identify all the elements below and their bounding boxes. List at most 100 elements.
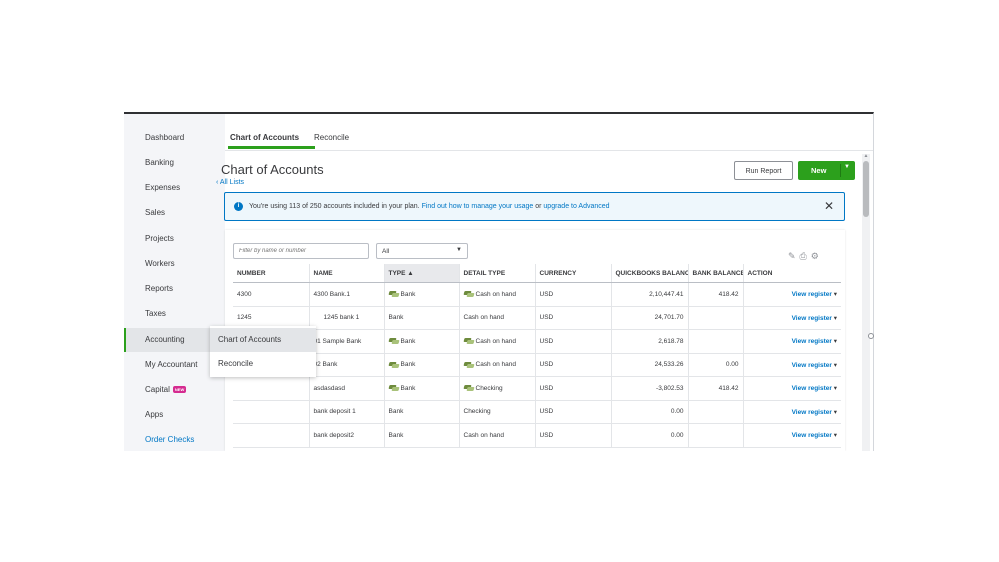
table-row[interactable]: 1245 1245 bank 1 Bank Cash on hand USD 2… <box>233 306 841 330</box>
column-header-name[interactable]: Name <box>308 264 384 283</box>
cell-name: bank deposit 1 <box>308 400 384 424</box>
sidebar-item-dashboard[interactable]: Dashboard <box>145 133 184 142</box>
cell-currency: USD <box>534 376 611 401</box>
cell-name: bank deposit2 <box>308 423 384 448</box>
sidebar-item-order-checks[interactable]: Order Checks <box>145 435 194 444</box>
scrollbar-thumb[interactable] <box>863 161 869 217</box>
table-row[interactable]: asdasdasd Bank Checking USD -3,802.53 41… <box>233 376 841 401</box>
gear-icon[interactable]: ⚙ <box>811 251 819 261</box>
cell-action: View register ▾ <box>742 400 841 424</box>
cell-detail-type: Cash on hand <box>458 353 535 377</box>
caret-down-icon[interactable]: ▼ <box>844 164 850 170</box>
close-icon[interactable]: ✕ <box>824 199 834 213</box>
cell-detail-type: Checking <box>458 400 535 424</box>
cell-currency: USD <box>534 423 611 448</box>
page-scrollbar[interactable]: ▲ <box>862 153 870 451</box>
type-filter-select[interactable]: All ▼ <box>376 243 468 259</box>
caret-down-icon[interactable]: ▾ <box>834 362 837 369</box>
sort-ascending-icon: ▲ <box>407 269 414 277</box>
active-tab-indicator <box>228 146 315 149</box>
sidebar-item-expenses[interactable]: Expenses <box>145 183 180 192</box>
cell-qb-balance: 24,533.26 <box>610 353 688 377</box>
column-header-quickbooks-balance[interactable]: QuickBooks Balance <box>610 264 688 283</box>
run-report-button[interactable]: Run Report <box>734 161 793 180</box>
sidebar-item-reports[interactable]: Reports <box>145 284 173 293</box>
view-register-link[interactable]: View register <box>792 362 832 369</box>
cell-type: Bank <box>383 353 459 377</box>
view-register-link[interactable]: View register <box>792 338 832 345</box>
caret-down-icon[interactable]: ▾ <box>834 315 837 322</box>
cell-type: Bank <box>383 423 459 448</box>
filter-input[interactable] <box>233 243 369 259</box>
caret-down-icon: ▼ <box>456 247 462 253</box>
caret-down-icon[interactable]: ▾ <box>834 385 837 392</box>
cell-action: View register ▾ <box>742 306 841 330</box>
cell-name: asdasdasd <box>308 376 384 401</box>
cell-action: View register ▾ <box>742 282 841 307</box>
banner-text: You're using 113 of 250 accounts include… <box>249 203 610 210</box>
all-lists-link[interactable]: ‹ All Lists <box>216 179 244 186</box>
table-row[interactable]: 02 Bank Bank Cash on hand USD 24,533.26 … <box>233 353 841 377</box>
cell-type: Bank <box>383 282 459 307</box>
view-register-link[interactable]: View register <box>792 432 832 439</box>
flyout-item-chart-of-accounts[interactable]: Chart of Accounts <box>210 328 316 352</box>
manage-usage-link[interactable]: Find out how to manage your usage <box>422 203 534 210</box>
cell-number <box>233 400 309 424</box>
view-register-link[interactable]: View register <box>792 409 832 416</box>
printer-icon[interactable]: ⎙ <box>800 251 807 261</box>
money-icon <box>389 385 399 391</box>
column-header-number[interactable]: Number <box>233 264 309 283</box>
cell-number: 4300 <box>233 282 309 307</box>
cell-number <box>233 376 309 401</box>
usage-banner: i You're using 113 of 250 accounts inclu… <box>224 192 845 221</box>
table-row[interactable]: bank deposit 1 Bank Checking USD 0.00 Vi… <box>233 400 841 424</box>
new-button[interactable]: New ▼ <box>798 161 855 180</box>
caret-down-icon[interactable]: ▾ <box>834 338 837 345</box>
cell-detail-type: Cash on hand <box>458 282 535 307</box>
cell-currency: USD <box>534 400 611 424</box>
sidebar-item-banking[interactable]: Banking <box>145 158 174 167</box>
accounts-table: Number Name Type ▲ Detail Type Currency … <box>233 264 841 448</box>
sidebar-item-projects[interactable]: Projects <box>145 234 174 243</box>
flyout-item-reconcile[interactable]: Reconcile <box>210 352 316 376</box>
sidebar-item-my-accountant[interactable]: My Accountant <box>145 360 197 369</box>
caret-down-icon[interactable]: ▾ <box>834 291 837 298</box>
cell-name: 4300 Bank.1 <box>308 282 384 307</box>
caret-down-icon[interactable]: ▾ <box>834 432 837 439</box>
column-header-type[interactable]: Type ▲ <box>383 264 459 283</box>
sidebar-item-workers[interactable]: Workers <box>145 259 175 268</box>
resize-handle[interactable] <box>868 333 874 339</box>
pencil-icon[interactable]: ✎ <box>788 251 796 261</box>
column-header-detail-type[interactable]: Detail Type <box>458 264 535 283</box>
table-row[interactable]: 4300 4300 Bank.1 Bank Cash on hand USD 2… <box>233 282 841 307</box>
column-header-bank-balance[interactable]: Bank Balance <box>687 264 743 283</box>
sidebar-item-sales[interactable]: Sales <box>145 208 165 217</box>
tab-chart-of-accounts[interactable]: Chart of Accounts <box>228 133 315 149</box>
money-icon <box>464 385 474 391</box>
cell-bank-balance: 418.42 <box>687 282 743 307</box>
money-icon <box>389 338 399 344</box>
scroll-up-arrow-icon[interactable]: ▲ <box>862 153 870 159</box>
table-row[interactable]: 01 Sample Bank Bank Cash on hand USD 2,6… <box>233 329 841 354</box>
column-header-currency[interactable]: Currency <box>534 264 611 283</box>
new-badge: NEW <box>172 386 187 394</box>
view-register-link[interactable]: View register <box>792 291 832 298</box>
cell-name: 01 Sample Bank <box>308 329 384 354</box>
view-register-link[interactable]: View register <box>792 385 832 392</box>
cell-qb-balance: 0.00 <box>610 400 688 424</box>
cell-qb-balance: 2,618.78 <box>610 329 688 354</box>
upgrade-link[interactable]: upgrade to Advanced <box>543 203 609 210</box>
sidebar-item-taxes[interactable]: Taxes <box>145 309 166 318</box>
sidebar-item-capital[interactable]: Capital NEW <box>145 385 187 394</box>
view-register-link[interactable]: View register <box>792 315 832 322</box>
cell-number <box>233 423 309 448</box>
table-row[interactable]: bank deposit2 Bank Cash on hand USD 0.00… <box>233 423 841 448</box>
cell-type: Bank <box>383 400 459 424</box>
money-icon <box>464 291 474 297</box>
sidebar-item-apps[interactable]: Apps <box>145 410 163 419</box>
cell-detail-type: Checking <box>458 376 535 401</box>
tab-reconcile[interactable]: Reconcile <box>314 133 349 142</box>
caret-down-icon[interactable]: ▾ <box>834 409 837 416</box>
cell-detail-type: Cash on hand <box>458 423 535 448</box>
cell-bank-balance: 418.42 <box>687 376 743 401</box>
